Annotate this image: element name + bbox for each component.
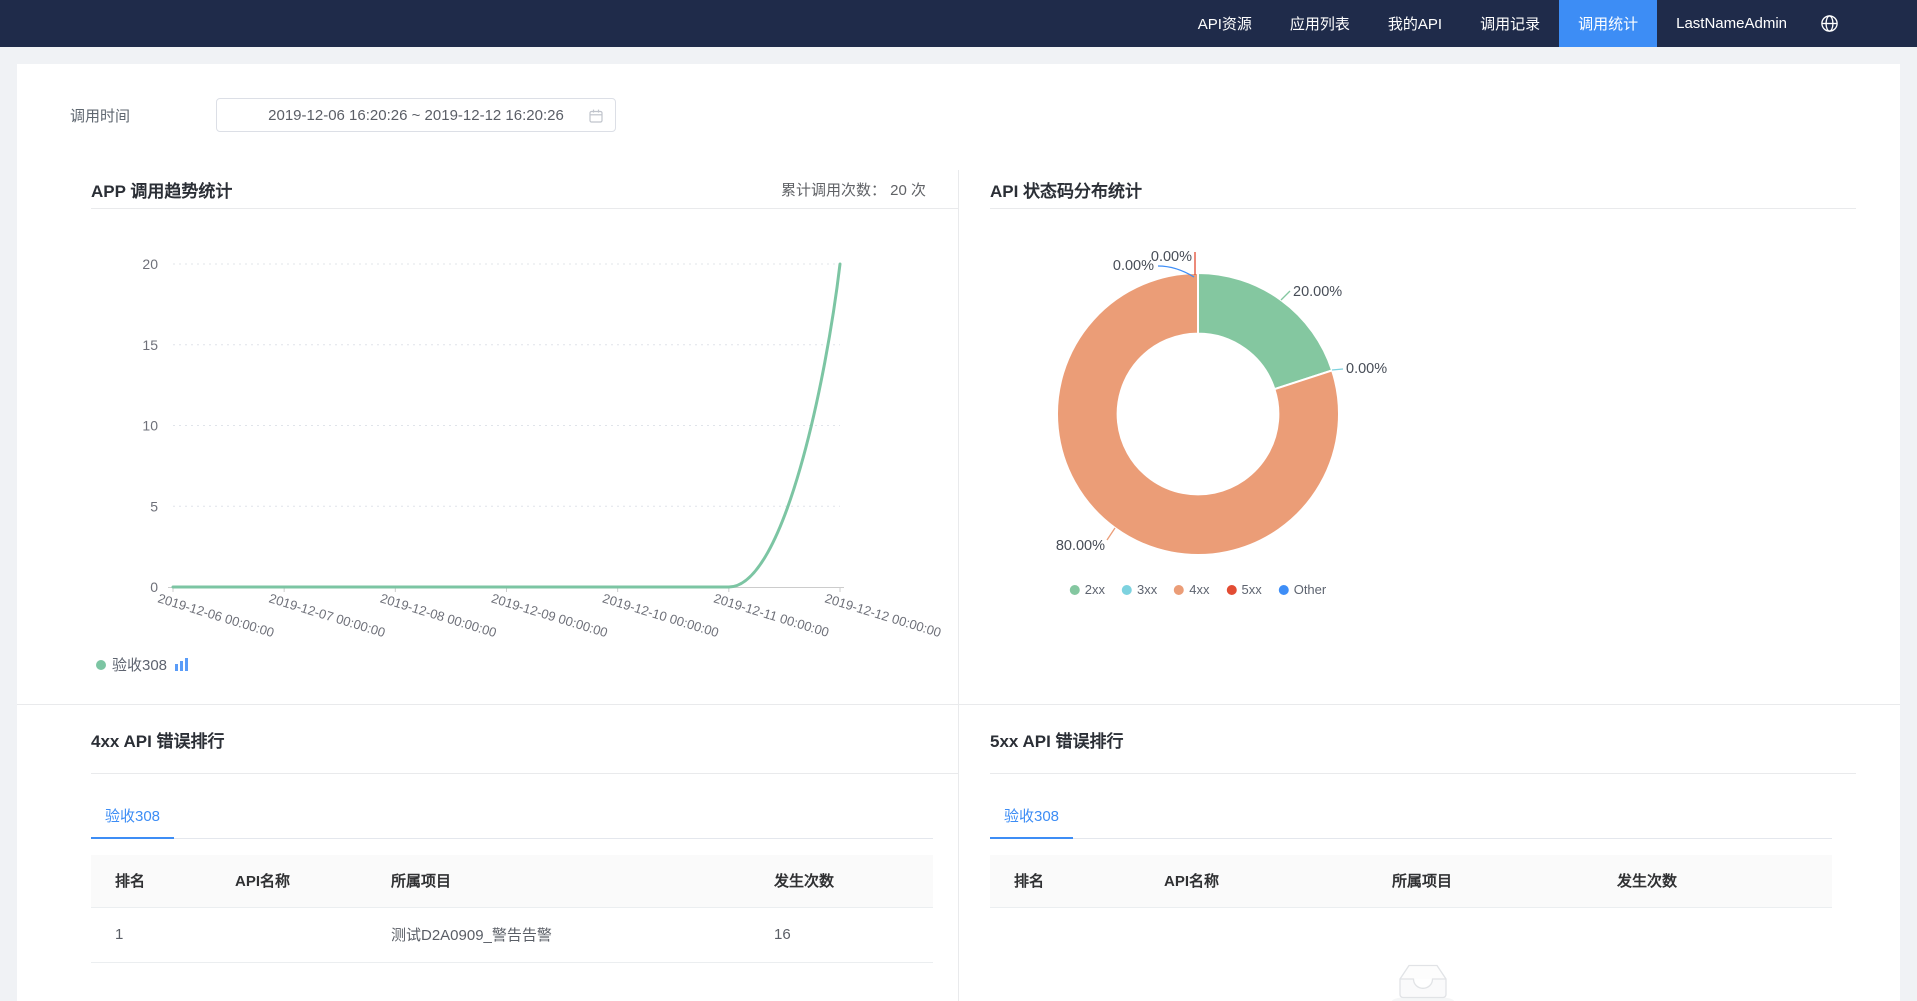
legend-label: 5xx: [1241, 582, 1261, 597]
col-count: 发生次数: [750, 855, 933, 907]
empty-state: [990, 954, 1856, 1001]
col-rank: 排名: [91, 855, 211, 907]
error-rank-section: 4xx API 错误排行 验收308 排名 API名称 所属项目 发生次数: [17, 704, 1900, 1001]
table-header-row: 排名 API名称 所属项目 发生次数: [990, 855, 1832, 907]
rank-4xx-tabs: 验收308: [91, 795, 933, 839]
table-row[interactable]: 1 测试D2A0909_警告告警 16: [91, 907, 933, 962]
x-axis-tick-label: 2019-12-09 00:00:00: [490, 591, 610, 641]
x-axis-tick-label: 2019-12-08 00:00:00: [378, 591, 498, 641]
rank-5xx-title: 5xx API 错误排行: [990, 727, 1124, 752]
donut-chart: 20.00%0.00%80.00%0.00%0.00% 2xx3xx4xx5xx…: [990, 209, 1856, 703]
empty-inbox-icon: [1390, 954, 1456, 1001]
status-code-panel: API 状态码分布统计 20.00%0.00%80.00%0.00%0.00% …: [959, 170, 1900, 704]
y-axis-tick-label: 20: [142, 256, 158, 272]
line-chart-legend[interactable]: 验收308: [96, 654, 190, 675]
label-line-3xx: [1332, 369, 1343, 370]
label-line-4xx: [1107, 528, 1115, 540]
legend-label: 2xx: [1085, 582, 1105, 597]
x-axis-tick-label: 2019-12-12 00:00:00: [823, 591, 943, 641]
legend-label: 3xx: [1137, 582, 1157, 597]
legend-label: 验收308: [112, 654, 167, 675]
nav-user-menu[interactable]: LastNameAdmin: [1657, 0, 1806, 47]
slice-label-Other: 0.00%: [1113, 258, 1154, 274]
legend-item-5xx[interactable]: 5xx: [1226, 582, 1261, 597]
status-code-title: API 状态码分布统计: [990, 177, 1142, 202]
total-calls-text: 累计调用次数： 20 次: [781, 179, 958, 200]
col-project: 所属项目: [1368, 855, 1593, 907]
charts-section: APP 调用趋势统计 累计调用次数： 20 次 0 5 10 15 20 2019-12-…: [17, 170, 1900, 704]
tab-app-308[interactable]: 验收308: [990, 795, 1073, 839]
nav-item-call-statistics[interactable]: 调用统计: [1559, 0, 1657, 47]
col-project: 所属项目: [367, 855, 750, 907]
x-axis-tick-label: 2019-12-11 00:00:00: [712, 591, 831, 640]
slice-label-4xx: 80.00%: [1056, 538, 1105, 554]
table-header-row: 排名 API名称 所属项目 发生次数: [91, 855, 933, 907]
legend-item-4xx[interactable]: 4xx: [1174, 582, 1209, 597]
app-trend-panel: APP 调用趋势统计 累计调用次数： 20 次 0 5 10 15 20 2019-12-…: [17, 170, 959, 704]
y-axis-tick-label: 15: [142, 337, 158, 353]
legend-item-3xx[interactable]: 3xx: [1122, 582, 1157, 597]
filter-row: 调用时间 2019-12-06 16:20:26 ~ 2019-12-12 16…: [17, 64, 1900, 132]
call-time-label: 调用时间: [70, 105, 216, 126]
col-api-name: API名称: [1140, 855, 1368, 907]
series-line: [173, 264, 840, 587]
x-axis-tick-label: 2019-12-07 00:00:00: [267, 591, 387, 641]
cell-api-name: [211, 907, 367, 962]
cell-rank: 1: [91, 907, 211, 962]
rank-5xx-tabs: 验收308: [990, 795, 1832, 839]
slice-label-2xx: 20.00%: [1293, 284, 1342, 300]
nav-item-api-resources[interactable]: API资源: [1179, 0, 1271, 47]
rank-4xx-panel: 4xx API 错误排行 验收308 排名 API名称 所属项目 发生次数: [17, 705, 959, 1001]
legend-dot: [1174, 585, 1184, 595]
x-axis-tick-label: 2019-12-06 00:00:00: [156, 591, 276, 641]
donut-chart-svg: 20.00%0.00%80.00%0.00%0.00%: [990, 209, 1530, 579]
col-api-name: API名称: [211, 855, 367, 907]
language-globe-icon[interactable]: [1806, 0, 1853, 47]
rank-5xx-table: 排名 API名称 所属项目 发生次数: [990, 855, 1832, 908]
y-axis-tick-label: 5: [150, 498, 158, 514]
y-axis-tick-label: 10: [142, 418, 158, 434]
cell-count: 16: [750, 907, 933, 962]
line-chart-svg: 0 5 10 15 20 2019-12-06 00:00:002019-12-07 00…: [91, 209, 959, 703]
rank-4xx-title: 4xx API 错误排行: [91, 727, 225, 752]
calendar-icon: [589, 109, 603, 127]
donut-legend[interactable]: 2xx 3xx 4xx 5xx Other: [1070, 582, 1326, 597]
date-range-value: 2019-12-06 16:20:26 ~ 2019-12-12 16:20:2…: [268, 107, 564, 124]
app-trend-title: APP 调用趋势统计: [91, 177, 232, 202]
rank-5xx-panel: 5xx API 错误排行 验收308 排名 API名称 所属项目 发生次数: [959, 705, 1900, 1001]
legend-dot: [1122, 585, 1132, 595]
legend-dot: [1070, 585, 1080, 595]
col-count: 发生次数: [1593, 855, 1832, 907]
nav-item-app-list[interactable]: 应用列表: [1271, 0, 1369, 47]
main-card: 调用时间 2019-12-06 16:20:26 ~ 2019-12-12 16…: [17, 64, 1900, 1001]
y-axis-tick-label: 0: [150, 579, 158, 595]
rank-4xx-table: 排名 API名称 所属项目 发生次数 1 测试D2A0909_警告告警 16: [91, 855, 933, 963]
legend-label: Other: [1294, 582, 1327, 597]
legend-dot: [96, 660, 106, 670]
label-line-2xx: [1281, 291, 1290, 300]
legend-dot: [1226, 585, 1236, 595]
slice-label-3xx: 0.00%: [1346, 361, 1387, 377]
cell-project: 测试D2A0909_警告告警: [367, 907, 750, 962]
slice-label-5xx: 0.00%: [1151, 249, 1192, 265]
nav-item-call-records[interactable]: 调用记录: [1461, 0, 1559, 47]
legend-item-2xx[interactable]: 2xx: [1070, 582, 1105, 597]
tab-app-308[interactable]: 验收308: [91, 795, 174, 839]
col-rank: 排名: [990, 855, 1140, 907]
line-chart: 0 5 10 15 20 2019-12-06 00:00:002019-12-07 00…: [91, 209, 958, 703]
x-axis-tick-label: 2019-12-10 00:00:00: [601, 591, 721, 641]
nav-item-my-api[interactable]: 我的API: [1369, 0, 1461, 47]
bar-chart-toggle-icon[interactable]: [175, 658, 190, 671]
legend-dot: [1279, 585, 1289, 595]
legend-label: 4xx: [1189, 582, 1209, 597]
legend-item-Other[interactable]: Other: [1279, 582, 1327, 597]
date-range-picker[interactable]: 2019-12-06 16:20:26 ~ 2019-12-12 16:20:2…: [216, 98, 616, 132]
top-nav: API资源 应用列表 我的API 调用记录 调用统计 LastNameAdmin: [0, 0, 1917, 47]
